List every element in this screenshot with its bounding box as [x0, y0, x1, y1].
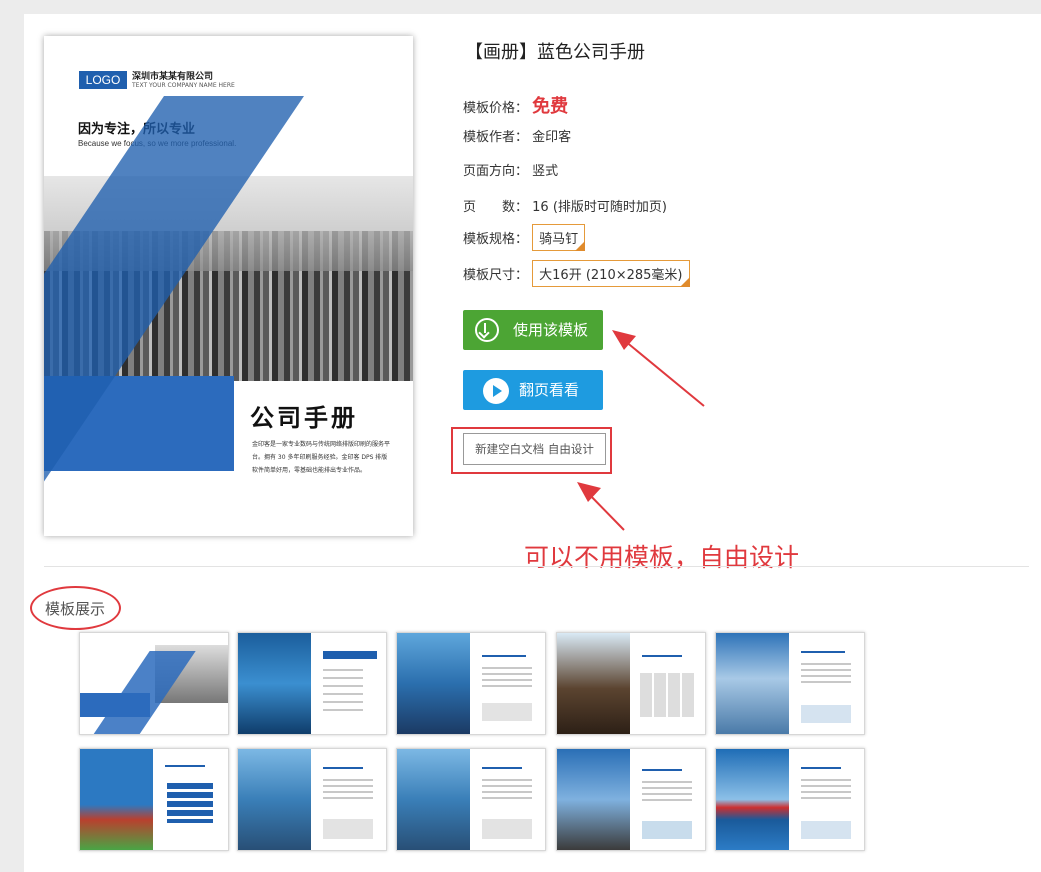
content-panel: LOGO 深圳市某某有限公司 TEXT YOUR COMPANY NAME HE… [24, 14, 1041, 872]
arrow-to-use-button [612, 330, 705, 407]
orientation-value: 竖式 [532, 164, 559, 179]
spec-option-selected[interactable]: 骑马钉 [532, 224, 586, 251]
author-row: 模板作者： 金印客 [463, 126, 571, 145]
cover-description: 金印客是一家专业数码与传统网络排版印刷的服务平台。拥有 30 多年印刷服务经验。… [252, 441, 391, 474]
play-icon [483, 378, 509, 404]
author-label: 模板作者： [463, 130, 529, 145]
cover-company-name: 深圳市某某有限公司 [132, 72, 214, 82]
thumbnail-page-1[interactable] [79, 632, 229, 735]
pages-label: 页 数： [463, 200, 529, 215]
cover-logo: LOGO [79, 71, 127, 89]
cover-preview-image[interactable]: LOGO 深圳市某某有限公司 TEXT YOUR COMPANY NAME HE… [44, 36, 413, 536]
section-title: 模板展示 [45, 600, 106, 618]
orientation-row: 页面方向： 竖式 [463, 160, 558, 179]
price-label: 模板价格： [463, 101, 529, 116]
thumbnail-page-2[interactable] [237, 632, 387, 735]
download-icon [475, 318, 499, 342]
flip-view-button[interactable]: 翻页看看 [463, 370, 603, 410]
cover-company-name-en: TEXT YOUR COMPANY NAME HERE [132, 82, 235, 89]
section-divider [44, 566, 1029, 567]
flip-view-label: 翻页看看 [519, 381, 580, 399]
thumbnail-page-10[interactable] [715, 748, 865, 851]
use-template-button[interactable]: 使用该模板 [463, 310, 603, 350]
thumbnail-page-6[interactable] [79, 748, 229, 851]
price-row: 模板价格： 免费 [463, 92, 568, 118]
size-row: 模板尺寸： 大16开 (210×285毫米) [463, 260, 690, 287]
pages-row: 页 数： 16 (排版时可随时加页) [463, 196, 667, 215]
use-template-label: 使用该模板 [513, 321, 589, 339]
author-value: 金印客 [532, 130, 572, 145]
annotation-text: 可以不用模板，自由设计 [524, 543, 800, 572]
thumbnail-page-5[interactable] [715, 632, 865, 735]
thumbnail-page-4[interactable] [556, 632, 706, 735]
new-blank-document-button[interactable]: 新建空白文档 自由设计 [463, 433, 606, 465]
spec-row: 模板规格： 骑马钉 [463, 224, 586, 251]
size-label: 模板尺寸： [463, 268, 529, 283]
price-value: 免费 [532, 96, 569, 117]
size-option-selected[interactable]: 大16开 (210×285毫米) [532, 260, 690, 287]
orientation-label: 页面方向： [463, 164, 529, 179]
cover-title: 公司手册 [250, 404, 358, 432]
thumbnail-page-8[interactable] [396, 748, 546, 851]
thumbnail-page-3[interactable] [396, 632, 546, 735]
spec-label: 模板规格： [463, 232, 529, 247]
pages-value: 16 (排版时可随时加页) [532, 200, 667, 215]
product-title: 【画册】蓝色公司手册 [465, 42, 645, 63]
thumbnail-page-9[interactable] [556, 748, 706, 851]
arrow-to-blank-button [577, 482, 625, 531]
thumbnail-page-7[interactable] [237, 748, 387, 851]
